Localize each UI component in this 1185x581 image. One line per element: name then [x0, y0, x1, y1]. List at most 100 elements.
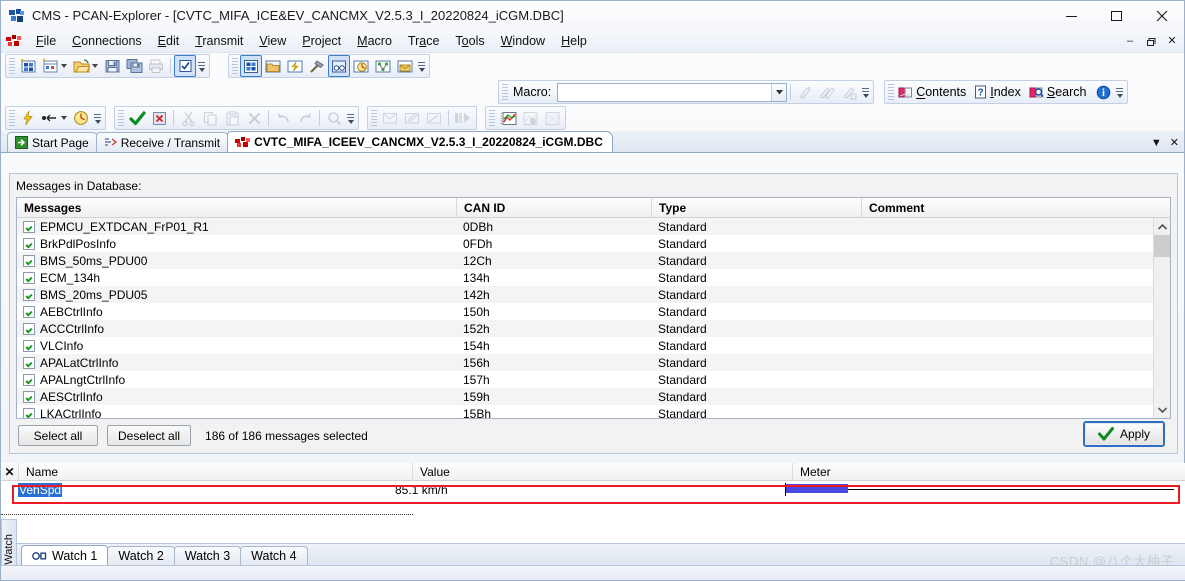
column-header-can-id[interactable]: CAN ID — [457, 198, 652, 218]
watch-column-header-meter[interactable]: Meter — [792, 462, 1185, 481]
new-window-icon[interactable] — [39, 55, 61, 77]
about-info-icon[interactable] — [1092, 81, 1114, 103]
tab-start-page[interactable]: Start Page — [7, 132, 99, 152]
apply-button[interactable]: Apply — [1085, 423, 1163, 445]
connect-lightning-icon[interactable] — [17, 107, 39, 129]
toolbar-grip[interactable] — [9, 57, 15, 75]
macro-dropdown-icon[interactable] — [771, 83, 787, 101]
message-checkbox[interactable] — [23, 373, 35, 386]
edit-check-icon[interactable] — [174, 55, 196, 77]
table-row[interactable]: ACCCtrlInfo 152h Standard — [17, 320, 1153, 337]
connection-toolbar-overflow-button[interactable] — [92, 107, 103, 129]
transmit-window-icon[interactable] — [284, 55, 306, 77]
menu-trace[interactable]: Trace — [400, 32, 448, 50]
macro-run-all-icon[interactable] — [816, 81, 838, 103]
menu-window[interactable]: Window — [493, 32, 553, 50]
edit-toolbar-overflow-button[interactable] — [345, 107, 356, 129]
file-toolbar-overflow-button[interactable] — [196, 55, 207, 77]
message-checkbox[interactable] — [23, 220, 35, 233]
menu-connections[interactable]: Connections — [64, 32, 150, 50]
message-checkbox[interactable] — [23, 356, 35, 369]
cancel-cross-icon[interactable] — [148, 107, 170, 129]
table-row[interactable]: BrkPdlPosInfo 0FDh Standard — [17, 235, 1153, 252]
table-row[interactable]: AEBCtrlInfo 150h Standard — [17, 303, 1153, 320]
redo-icon[interactable] — [294, 107, 316, 129]
mdi-close-button[interactable]: ✕ — [1166, 36, 1178, 47]
macro-run-icon[interactable] — [794, 81, 816, 103]
clock-icon[interactable] — [70, 107, 92, 129]
toolbar-grip[interactable] — [502, 83, 508, 101]
mdi-minimize-button[interactable]: – — [1124, 36, 1136, 47]
table-row[interactable]: AESCtrlInfo 159h Standard — [17, 388, 1153, 405]
message-checkbox[interactable] — [23, 305, 35, 318]
connection-dropdown-icon[interactable] — [61, 116, 67, 120]
toolbar-grip[interactable] — [888, 83, 895, 101]
network-nodes-icon[interactable] — [372, 55, 394, 77]
scroll-down-icon[interactable] — [1154, 401, 1170, 418]
table-row[interactable]: LKACtrlInfo 15Bh Standard — [17, 405, 1153, 418]
find-magnifier-icon[interactable] — [323, 107, 345, 129]
table-row[interactable]: EPMCU_EXTDCAN_FrP01_R1 0DBh Standard — [17, 218, 1153, 235]
close-button[interactable] — [1139, 1, 1184, 30]
watch-tab-2[interactable]: Watch 2 — [107, 546, 175, 565]
send-message-icon[interactable] — [423, 107, 445, 129]
menu-view[interactable]: View — [251, 32, 294, 50]
menu-macro[interactable]: Macro — [349, 32, 400, 50]
watch-window-icon[interactable] — [328, 55, 350, 77]
windows-toolbar-overflow-button[interactable] — [416, 55, 427, 77]
message-checkbox[interactable] — [23, 322, 35, 335]
delete-icon[interactable] — [243, 107, 265, 129]
undo-icon[interactable] — [272, 107, 294, 129]
menu-help[interactable]: Help — [553, 32, 595, 50]
toolbar-grip[interactable] — [371, 109, 377, 127]
watch-tab-3[interactable]: Watch 3 — [173, 546, 242, 565]
watch-row[interactable]: VehSpd 85.1 km/h — [1, 481, 1185, 498]
message-checkbox[interactable] — [23, 271, 35, 284]
watch-signal-name[interactable]: VehSpd — [1, 482, 395, 497]
toolbar-grip[interactable] — [232, 57, 238, 75]
project-folder-icon[interactable] — [262, 55, 284, 77]
dbc-window-icon[interactable] — [240, 55, 262, 77]
macro-toolbar-overflow-button[interactable] — [860, 81, 871, 103]
new-project-icon[interactable] — [17, 55, 39, 77]
watch-tab-1[interactable]: Watch 1 — [21, 545, 109, 565]
macro-stop-icon[interactable] — [838, 81, 860, 103]
tab-dbc-document[interactable]: CVTC_MIFA_ICEEV_CANCMX_V2.5.3_I_20220824… — [227, 131, 613, 152]
watch-close-icon[interactable]: ✕ — [1, 465, 18, 479]
tab-receive-transmit[interactable]: Receive / Transmit — [95, 132, 231, 152]
table-row[interactable]: ECM_134h 134h Standard — [17, 269, 1153, 286]
scrollbar-thumb[interactable] — [1154, 235, 1170, 257]
toolbar-grip[interactable] — [489, 109, 495, 127]
message-checkbox[interactable] — [23, 288, 35, 301]
cut-icon[interactable] — [177, 107, 199, 129]
help-toolbar-overflow-button[interactable] — [1114, 81, 1125, 103]
message-checkbox[interactable] — [23, 407, 35, 418]
messages-vertical-scrollbar[interactable] — [1153, 218, 1170, 418]
toolbar-grip[interactable] — [118, 109, 124, 127]
save-all-icon[interactable] — [123, 55, 145, 77]
save-icon[interactable] — [101, 55, 123, 77]
table-row[interactable]: VLCInfo 154h Standard — [17, 337, 1153, 354]
tab-list-dropdown-icon[interactable]: ▼ — [1151, 137, 1162, 149]
table-row[interactable]: BMS_50ms_PDU00 12Ch Standard — [17, 252, 1153, 269]
plotter-pause-icon[interactable] — [519, 107, 541, 129]
message-checkbox[interactable] — [23, 237, 35, 250]
plotter-chart-icon[interactable] — [497, 107, 519, 129]
messages-list[interactable]: Messages CAN ID Type Comment EPMCU_EXTDC… — [16, 197, 1171, 419]
watch-column-header-name[interactable]: Name — [18, 462, 412, 481]
paste-icon[interactable] — [221, 107, 243, 129]
column-header-type[interactable]: Type — [652, 198, 862, 218]
print-icon[interactable] — [145, 55, 167, 77]
table-row[interactable]: BMS_20ms_PDU05 142h Standard — [17, 286, 1153, 303]
macro-combobox[interactable] — [557, 82, 788, 102]
new-window-dropdown-icon[interactable] — [61, 64, 67, 68]
deselect-all-button[interactable]: Deselect all — [107, 425, 192, 446]
message-checkbox[interactable] — [23, 390, 35, 403]
mdi-restore-button[interactable] — [1145, 37, 1157, 47]
table-row[interactable]: APALatCtrlInfo 156h Standard — [17, 354, 1153, 371]
copy-icon[interactable] — [199, 107, 221, 129]
toolbar-grip[interactable] — [9, 109, 15, 127]
plotter-clear-icon[interactable] — [541, 107, 563, 129]
watch-tab-4[interactable]: Watch 4 — [240, 546, 308, 565]
message-checkbox[interactable] — [23, 254, 35, 267]
